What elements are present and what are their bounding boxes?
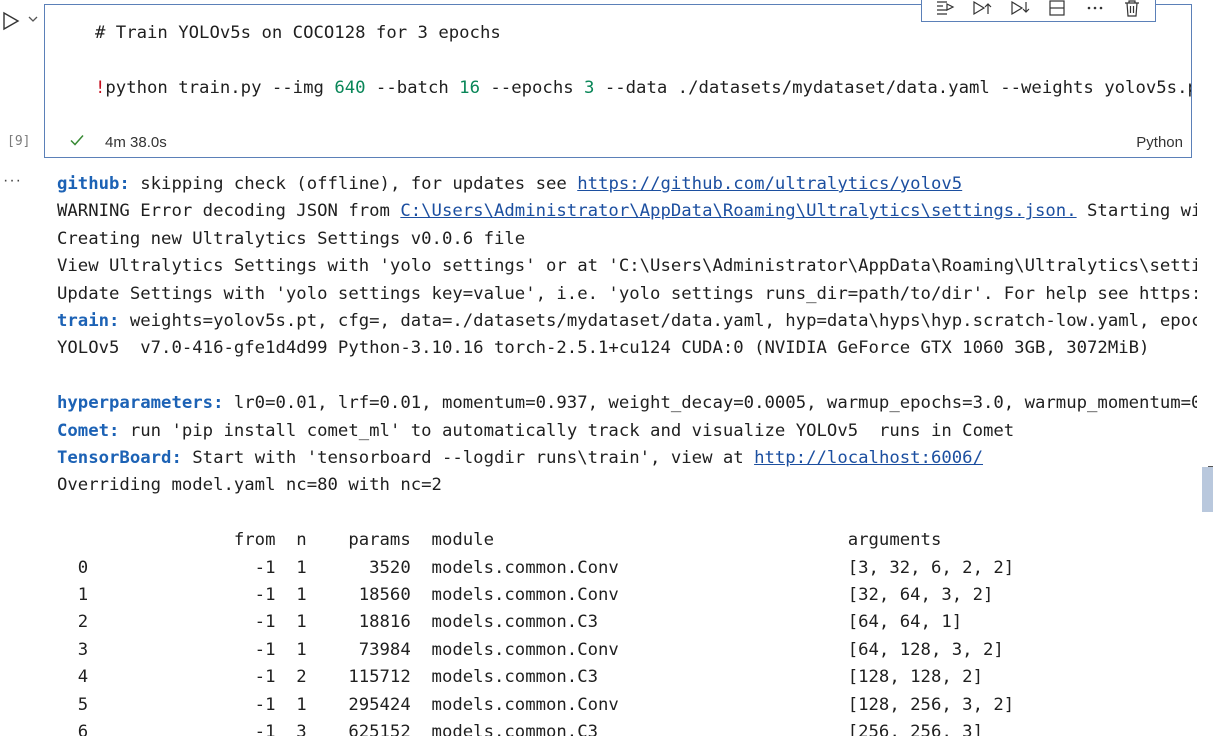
text-span: 4 -1 2 115712 models.common.C3 [128, 128… <box>57 667 983 688</box>
output-line: TensorBoard: Start with 'tensorboard --l… <box>57 445 983 472</box>
text-span: Overriding model.yaml nc=80 with nc=2 <box>57 475 442 496</box>
code-cell[interactable]: # Train YOLOv5s on COCO128 for 3 epochs!… <box>44 4 1192 158</box>
output-line: Update Settings with 'yolo settings key=… <box>57 281 1197 308</box>
output-line: 5 -1 1 295424 models.common.Conv [128, 2… <box>57 692 1014 719</box>
text-span: --batch <box>365 78 460 98</box>
text-span: 640 <box>334 78 366 98</box>
text-span: lr0=0.01, lrf=0.01, momentum=0.937, weig… <box>223 393 1197 414</box>
output-line: WARNING Error decoding JSON from C:\User… <box>57 198 1197 225</box>
text-span: 0 -1 1 3520 models.common.Conv [3, 32, 6… <box>57 557 1015 578</box>
output-line: 1 -1 1 18560 models.common.Conv [32, 64,… <box>57 582 994 609</box>
code-line: !python train.py --img 640 --batch 16 --… <box>95 78 1192 98</box>
text-span: 16 <box>459 78 480 98</box>
text-span: Start with 'tensorboard --logdir runs\tr… <box>181 448 755 468</box>
scrollbar-thumb[interactable] <box>1202 467 1213 512</box>
text-span: weights=yolov5s.pt, cfg=, data=./dataset… <box>119 311 1197 331</box>
delete-cell-icon[interactable] <box>1121 0 1143 19</box>
output-label: train: <box>57 311 120 331</box>
execution-count: [9] <box>7 134 31 149</box>
text-span: 3 -1 1 73984 models.common.Conv [64, 128… <box>57 639 1004 660</box>
split-cell-icon[interactable] <box>1046 0 1068 19</box>
text-span: --img <box>271 78 335 98</box>
text-span: 1 -1 1 18560 models.common.Conv [32, 64,… <box>57 585 994 605</box>
output-line: 6 -1 3 625152 models.common.C3 [256, 256… <box>57 719 983 736</box>
output-line: from n params module arguments <box>57 527 942 554</box>
chevron-down-icon[interactable] <box>26 12 40 26</box>
text-span: Starting with new default settings. <box>1087 201 1197 222</box>
output-label: TensorBoard: <box>57 448 182 468</box>
text-span: # Train YOLOv5s on COCO128 for 3 epochs <box>95 23 501 43</box>
output-link[interactable]: http://localhost:6006/ <box>754 448 983 468</box>
text-span: View Ultralytics Settings with 'yolo set… <box>57 256 1197 277</box>
text-span: 5 -1 1 295424 models.common.Conv [128, 2… <box>57 694 1015 715</box>
output-line: 4 -1 2 115712 models.common.C3 [128, 128… <box>57 664 983 691</box>
run-cell-icon[interactable] <box>0 10 22 32</box>
output-line: 2 -1 1 18816 models.common.C3 [64, 64, 1… <box>57 609 962 636</box>
text-span: 2 -1 1 18816 models.common.C3 [64, 64, 1… <box>57 612 963 633</box>
output-label: hyperparameters: <box>57 393 224 414</box>
text-span: WARNING Error decoding JSON from <box>57 201 401 222</box>
text-span: run 'pip install comet_ml' to automatica… <box>119 420 1015 441</box>
text-span: skipping check (offline), for updates se… <box>129 174 578 194</box>
output-label: github: <box>57 174 130 194</box>
run-by-line-icon[interactable] <box>934 0 956 19</box>
output-link[interactable]: C:\Users\Administrator\AppData\Roaming\U… <box>400 201 1076 221</box>
text-span: --data ./datasets/mydataset/data.yaml <box>594 78 1001 98</box>
output-line: YOLOv5 v7.0-416-gfe1d4d99 Python-3.10.16… <box>57 335 1149 362</box>
text-span: 3 <box>584 78 595 98</box>
output-line: Comet: run 'pip install comet_ml' to aut… <box>57 418 1014 445</box>
output-more-actions-icon[interactable]: ··· <box>3 172 22 190</box>
output-line: Creating new Ultralytics Settings v0.0.6… <box>57 226 525 253</box>
checkmark-icon <box>70 135 84 146</box>
output-label: Comet: <box>57 420 120 441</box>
code-line: # Train YOLOv5s on COCO128 for 3 epochs <box>95 23 501 43</box>
cell-toolbar <box>921 0 1156 22</box>
text-span: --weights yolov5s.pt <box>1000 78 1192 98</box>
text-span: Update Settings with 'yolo settings key=… <box>57 283 1197 304</box>
output-link[interactable]: https://github.com/ultralytics/yolov5 <box>577 174 962 194</box>
output-line: train: weights=yolov5s.pt, cfg=, data=./… <box>57 308 1197 335</box>
output-line: Overriding model.yaml nc=80 with nc=2 <box>57 472 442 499</box>
text-span: from n params module arguments <box>57 530 942 551</box>
output-line: View Ultralytics Settings with 'yolo set… <box>57 253 1197 280</box>
more-actions-icon[interactable] <box>1084 0 1106 19</box>
output-line: 0 -1 1 3520 models.common.Conv [3, 32, 6… <box>57 555 1014 582</box>
output-line: 3 -1 1 73984 models.common.Conv [64, 128… <box>57 637 1004 664</box>
output-line: github: skipping check (offline), for up… <box>57 171 962 198</box>
text-span: YOLOv5 v7.0-416-gfe1d4d99 Python-3.10.16… <box>57 338 1150 359</box>
cell-language[interactable]: Python <box>1136 134 1183 151</box>
text-span: 6 -1 3 625152 models.common.C3 [256, 256… <box>57 722 983 736</box>
text-span: --epochs <box>479 78 585 98</box>
output-line: hyperparameters: lr0=0.01, lrf=0.01, mom… <box>57 390 1197 417</box>
cell-output: github: skipping check (offline), for up… <box>57 170 1197 736</box>
text-span: python train.py <box>105 78 272 98</box>
execute-above-icon[interactable] <box>971 0 993 19</box>
text-span: ! <box>95 78 106 98</box>
text-span: Creating new Ultralytics Settings v0.0.6… <box>57 228 526 249</box>
execute-below-icon[interactable] <box>1009 0 1031 19</box>
execution-duration: 4m 38.0s <box>105 134 167 151</box>
